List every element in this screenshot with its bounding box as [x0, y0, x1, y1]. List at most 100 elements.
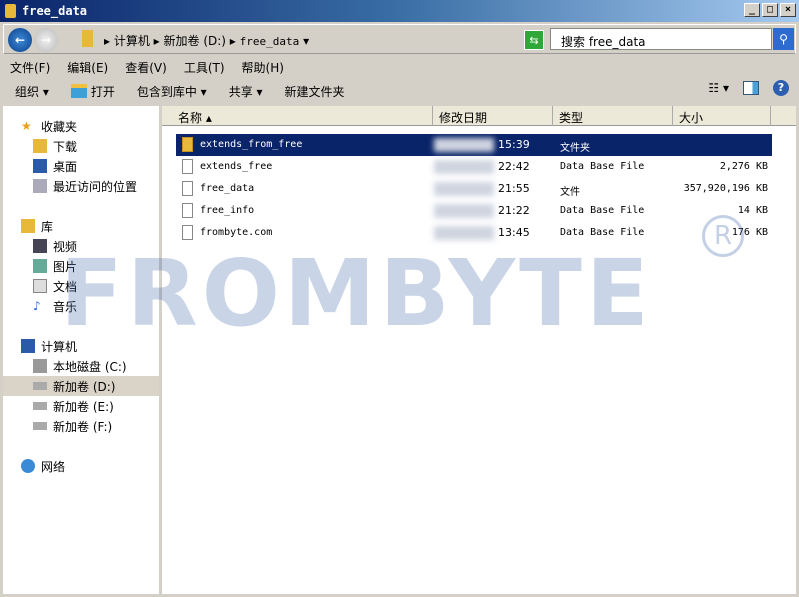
redacted-date — [434, 226, 494, 240]
menu-tools[interactable]: 工具(T) — [184, 59, 225, 76]
forward-button[interactable]: → — [34, 28, 58, 52]
maximize-button[interactable]: □ — [762, 3, 778, 17]
sidebar-item-desktop[interactable]: 桌面 — [3, 156, 159, 176]
file-row[interactable]: extends_from_free 15:39 文件夹 — [176, 134, 772, 156]
file-type: 文件 — [560, 187, 580, 198]
toolbar: 组织 ▾ 打开 包含到库中 ▾ 共享 ▾ 新建文件夹 — [0, 78, 799, 104]
library-icon — [21, 219, 35, 233]
sidebar-item-documents[interactable]: 文档 — [3, 276, 159, 296]
navigation-bar: ← → ▸ 计算机 ▸ 新加卷 (D:) ▸ free_data ▾▼ ⇆ 搜索… — [3, 24, 796, 54]
file-size: 14 KB — [737, 205, 768, 216]
label: 网络 — [41, 460, 66, 474]
label: 新加卷 (E:) — [53, 400, 114, 414]
registered-mark: R — [702, 215, 744, 257]
label: 音乐 — [53, 300, 78, 314]
sidebar-libraries[interactable]: 库 — [3, 216, 159, 236]
label: 收藏夹 — [41, 120, 78, 134]
redacted-date — [434, 138, 494, 152]
label: 视频 — [53, 240, 78, 254]
sidebar-computer[interactable]: 计算机 — [3, 336, 159, 356]
close-button[interactable]: × — [780, 3, 796, 17]
organize-button[interactable]: 组织 ▾ — [15, 83, 49, 100]
drive-icon — [33, 359, 47, 373]
include-library-button[interactable]: 包含到库中 ▾ — [137, 83, 207, 100]
drive-icon — [33, 422, 47, 430]
file-icon — [182, 181, 193, 196]
preview-pane-icon[interactable] — [743, 81, 759, 95]
menu-file[interactable]: 文件(F) — [10, 59, 50, 76]
view-options-icon[interactable]: ☷ ▾ — [708, 81, 729, 95]
search-button[interactable]: ⚲ — [773, 28, 794, 50]
sidebar-drive-d[interactable]: 新加卷 (D:) — [3, 376, 159, 396]
sidebar-favorites[interactable]: ★ 收藏夹 — [3, 116, 159, 136]
redacted-date — [434, 182, 494, 196]
file-row[interactable]: extends_free 22:42 Data Base File 2,276 … — [176, 156, 772, 178]
file-time: 15:39 — [498, 138, 530, 151]
sidebar-item-downloads[interactable]: 下载 — [3, 136, 159, 156]
file-row[interactable]: frombyte.com 13:45 Data Base File 176 KB — [176, 222, 772, 244]
label: 计算机 — [41, 340, 78, 354]
drive-icon — [33, 402, 47, 410]
sidebar-network[interactable]: 网络 — [3, 456, 159, 476]
column-name[interactable]: 名称 ▴ — [162, 106, 433, 126]
file-list: 名称 ▴ 修改日期 类型 大小 extends_from_free 15:39 … — [162, 106, 796, 594]
file-name: extends_free — [200, 161, 273, 172]
sidebar-item-recent[interactable]: 最近访问的位置 — [3, 176, 159, 196]
file-name: free_info — [200, 205, 255, 216]
redacted-date — [434, 160, 494, 174]
menu-edit[interactable]: 编辑(E) — [67, 59, 108, 76]
database-file-icon — [182, 159, 193, 174]
database-file-icon — [182, 203, 193, 218]
label: 最近访问的位置 — [53, 180, 138, 194]
column-size[interactable]: 大小 — [673, 106, 771, 126]
videos-icon — [33, 239, 47, 253]
menu-view[interactable]: 查看(V) — [125, 59, 167, 76]
database-file-icon — [182, 225, 193, 240]
music-icon: ♪ — [33, 299, 41, 313]
share-button[interactable]: 共享 ▾ — [229, 83, 263, 100]
recent-places-icon — [33, 179, 47, 193]
label: 下载 — [53, 140, 78, 154]
network-icon — [21, 459, 35, 473]
sidebar-drive-c[interactable]: 本地磁盘 (C:) — [3, 356, 159, 376]
help-icon[interactable]: ? — [773, 80, 789, 96]
folder-icon — [82, 30, 93, 47]
menu-bar: 文件(F) 编辑(E) 查看(V) 工具(T) 帮助(H) — [0, 56, 799, 76]
column-modified[interactable]: 修改日期 — [433, 106, 553, 126]
new-folder-button[interactable]: 新建文件夹 — [285, 83, 345, 100]
back-button[interactable]: ← — [8, 28, 32, 52]
sidebar-drive-e[interactable]: 新加卷 (E:) — [3, 396, 159, 416]
file-time: 13:45 — [498, 226, 530, 239]
breadcrumb-drive[interactable]: 新加卷 (D:) — [164, 34, 226, 48]
sidebar-drive-f[interactable]: 新加卷 (F:) — [3, 416, 159, 436]
sidebar-item-pictures[interactable]: 图片 — [3, 256, 159, 276]
menu-help[interactable]: 帮助(H) — [242, 59, 284, 76]
address-bar[interactable]: ▸ 计算机 ▸ 新加卷 (D:) ▸ free_data ▾▼ — [78, 28, 548, 51]
downloads-icon — [33, 139, 47, 153]
open-label: 打开 — [90, 84, 115, 99]
label: 新加卷 (F:) — [53, 420, 113, 434]
file-name: extends_from_free — [200, 139, 303, 150]
breadcrumb-computer[interactable]: 计算机 — [114, 34, 150, 48]
minimize-button[interactable]: _ — [744, 3, 760, 17]
breadcrumb-folder[interactable]: free_data — [240, 35, 300, 48]
search-input[interactable]: 搜索 free_data — [550, 28, 772, 50]
file-time: 21:22 — [498, 204, 530, 217]
folder-icon — [5, 4, 16, 18]
computer-icon — [21, 339, 35, 353]
label: 图片 — [53, 260, 78, 274]
file-type: Data Base File — [560, 227, 645, 238]
label: 库 — [41, 220, 54, 234]
sidebar-item-videos[interactable]: 视频 — [3, 236, 159, 256]
file-row[interactable]: free_info 21:22 Data Base File 14 KB — [176, 200, 772, 222]
pictures-icon — [33, 259, 47, 273]
open-button[interactable]: 打开 — [70, 83, 115, 100]
refresh-button[interactable]: ⇆ — [524, 30, 544, 50]
window-title: free_data — [22, 4, 88, 18]
column-type[interactable]: 类型 — [553, 106, 673, 126]
file-row[interactable]: free_data 21:55 文件 357,920,196 KB — [176, 178, 772, 200]
label: 本地磁盘 (C:) — [53, 360, 127, 374]
folder-icon — [182, 137, 193, 152]
label: 桌面 — [53, 160, 78, 174]
sidebar-item-music[interactable]: ♪ 音乐 — [3, 296, 159, 316]
